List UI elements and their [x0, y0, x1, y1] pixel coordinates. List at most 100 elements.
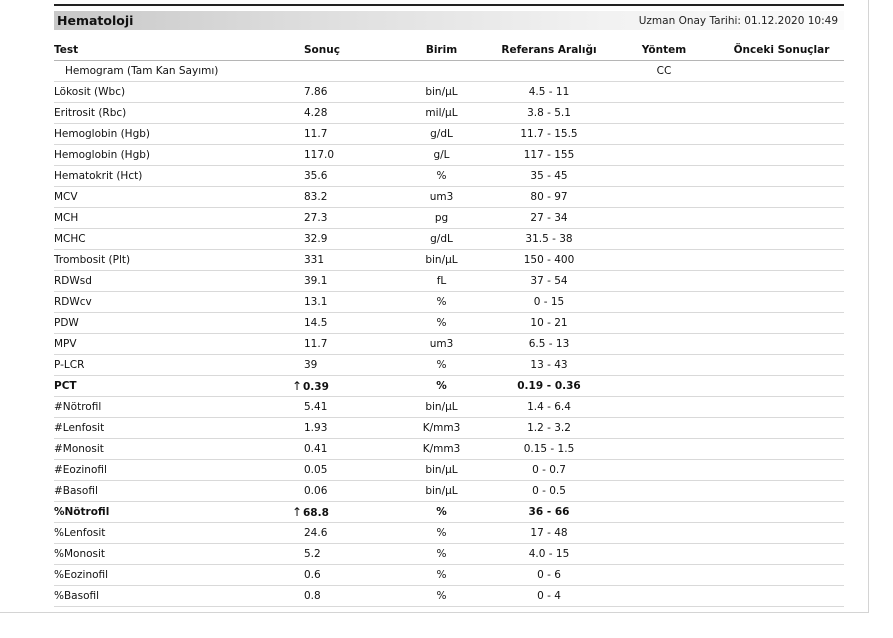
previous-results-cell — [719, 459, 844, 481]
method-cell — [609, 438, 719, 460]
previous-results-cell — [719, 144, 844, 166]
reference-range: 0 - 4 — [489, 585, 609, 607]
result-value: 4.28 — [304, 107, 328, 119]
reference-range: 0 - 6 — [489, 564, 609, 586]
result-cell: 83.2 — [304, 186, 394, 208]
unit: bin/µL — [394, 249, 489, 271]
method-cell — [609, 417, 719, 439]
method-cell — [609, 123, 719, 145]
previous-results-cell — [719, 291, 844, 313]
test-name: RDWsd — [54, 270, 304, 292]
previous-results-cell — [719, 585, 844, 607]
results-table: Test Sonuç Birim Referans Aralığı Yöntem… — [54, 40, 844, 607]
test-name: Hemoglobin (Hgb) — [54, 123, 304, 145]
approval-label: Uzman Onay Tarihi: — [638, 14, 741, 27]
table-row: Lökosit (Wbc) 7.86 bin/µL 4.5 - 11 — [54, 81, 844, 103]
unit: K/mm3 — [394, 417, 489, 439]
result-value: 14.5 — [304, 317, 328, 329]
table-row: %Nötrofil ↑68.8% 36 - 66 — [54, 501, 844, 523]
test-name: MPV — [54, 333, 304, 355]
result-cell: 11.7 — [304, 333, 394, 355]
unit: % — [394, 501, 489, 523]
high-flag-arrow-icon: ↑ — [292, 379, 303, 393]
reference-range: 1.2 - 3.2 — [489, 417, 609, 439]
table-row: %Lenfosit 24.6% 17 - 48 — [54, 522, 844, 544]
table-row: Hemoglobin (Hgb) 117.0 g/L 117 - 155 — [54, 144, 844, 166]
method-cell — [609, 270, 719, 292]
section-title: Hematoloji — [57, 13, 134, 28]
unit: % — [394, 543, 489, 565]
unit: g/dL — [394, 123, 489, 145]
reference-range: 4.5 - 11 — [489, 81, 609, 103]
previous-results-cell — [719, 123, 844, 145]
table-row: Hemoglobin (Hgb) 11.7 g/dL 11.7 - 15.5 — [54, 123, 844, 145]
table-row: MCH 27.3 pg 27 - 34 — [54, 207, 844, 229]
top-divider — [54, 4, 844, 6]
previous-results-cell — [719, 438, 844, 460]
previous-results-cell — [719, 81, 844, 103]
test-name: MCV — [54, 186, 304, 208]
method-cell — [609, 102, 719, 124]
column-header-test: Test — [54, 40, 304, 61]
reference-range: 31.5 - 38 — [489, 228, 609, 250]
unit: mil/µL — [394, 102, 489, 124]
previous-results-cell — [719, 165, 844, 187]
test-name: RDWcv — [54, 291, 304, 313]
result-value: 5.41 — [304, 401, 328, 413]
test-name: MCH — [54, 207, 304, 229]
result-cell: 24.6 — [304, 522, 394, 544]
table-row: MPV 11.7 um3 6.5 - 13 — [54, 333, 844, 355]
previous-results-cell — [719, 249, 844, 271]
unit: % — [394, 375, 489, 397]
method-cell — [609, 522, 719, 544]
result-cell: ↑68.8 — [292, 501, 394, 523]
unit: % — [394, 312, 489, 334]
group-row: Hemogram (Tam Kan Sayımı) CC — [54, 60, 844, 82]
reference-range: 80 - 97 — [489, 186, 609, 208]
method-cell — [609, 312, 719, 334]
test-name: #Monosit — [54, 438, 304, 460]
test-name: %Monosit — [54, 543, 304, 565]
method-cell — [609, 333, 719, 355]
method-cell — [609, 228, 719, 250]
previous-results-cell — [719, 312, 844, 334]
previous-results-cell — [719, 375, 844, 397]
table-row: #Nötrofil 5.41 bin/µL 1.4 - 6.4 — [54, 396, 844, 418]
result-cell: 27.3 — [304, 207, 394, 229]
unit: % — [394, 354, 489, 376]
test-name: Trombosit (Plt) — [54, 249, 304, 271]
unit: g/L — [394, 144, 489, 166]
result-value: 13.1 — [304, 296, 328, 308]
column-header-result: Sonuç — [304, 40, 394, 61]
result-value: 39 — [304, 359, 318, 371]
table-row: #Monosit 0.41 K/mm3 0.15 - 1.5 — [54, 438, 844, 460]
group-method: CC — [609, 60, 719, 82]
unit: % — [394, 564, 489, 586]
table-row: Trombosit (Plt) 331 bin/µL 150 - 400 — [54, 249, 844, 271]
test-name: #Lenfosit — [54, 417, 304, 439]
test-name: #Eozinofil — [54, 459, 304, 481]
previous-results-cell — [719, 480, 844, 502]
group-result-cell — [304, 60, 394, 82]
result-cell: 0.6 — [304, 564, 394, 586]
result-value: 11.7 — [304, 338, 328, 350]
table-row: #Lenfosit 1.93 K/mm3 1.2 - 3.2 — [54, 417, 844, 439]
table-row: MCV 83.2 um3 80 - 97 — [54, 186, 844, 208]
table-row: #Eozinofil 0.05 bin/µL 0 - 0.7 — [54, 459, 844, 481]
unit: bin/µL — [394, 480, 489, 502]
reference-range: 4.0 - 15 — [489, 543, 609, 565]
previous-results-cell — [719, 543, 844, 565]
method-cell — [609, 564, 719, 586]
test-name: Hemoglobin (Hgb) — [54, 144, 304, 166]
table-row: Eritrosit (Rbc) 4.28 mil/µL 3.8 - 5.1 — [54, 102, 844, 124]
result-value: 83.2 — [304, 191, 328, 203]
test-name: Lökosit (Wbc) — [54, 81, 304, 103]
reference-range: 0.19 - 0.36 — [489, 375, 609, 397]
test-name: MCHC — [54, 228, 304, 250]
result-value: 117.0 — [304, 149, 335, 161]
result-value: 24.6 — [304, 527, 328, 539]
result-value: 68.8 — [303, 507, 329, 519]
method-cell — [609, 165, 719, 187]
method-cell — [609, 186, 719, 208]
result-value: 331 — [304, 254, 325, 266]
